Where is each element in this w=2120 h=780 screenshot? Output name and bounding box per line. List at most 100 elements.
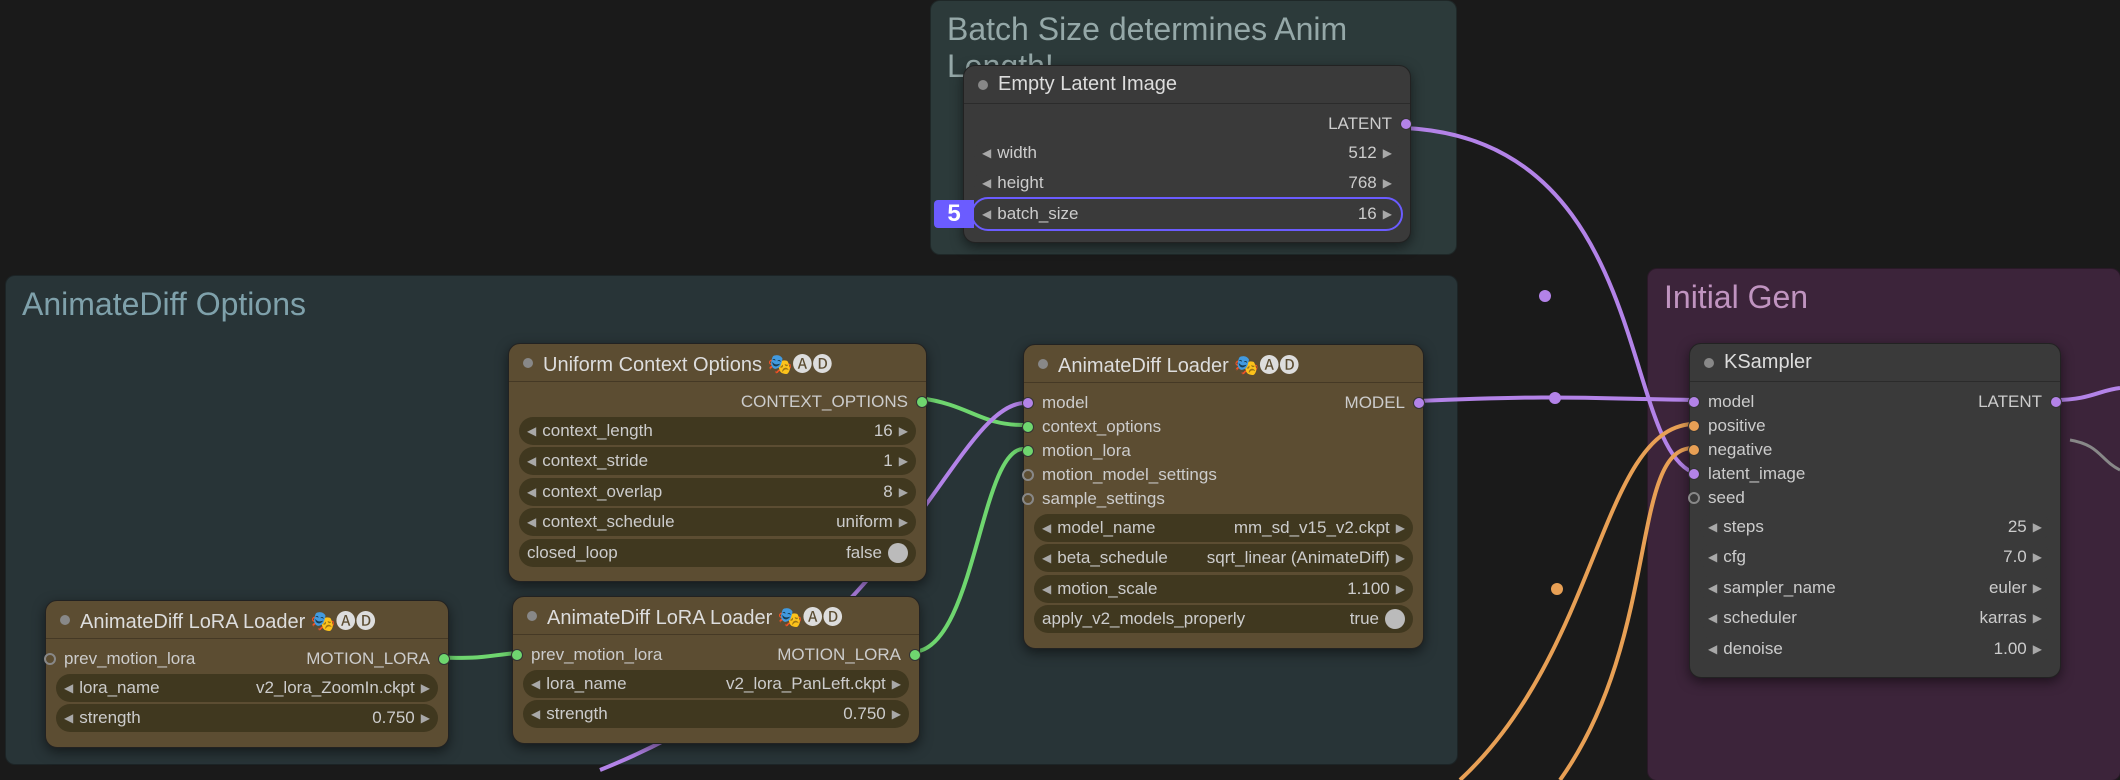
chevron-left-icon[interactable]: ◀ xyxy=(1708,642,1717,656)
chevron-left-icon[interactable]: ◀ xyxy=(527,515,536,529)
chevron-right-icon[interactable]: ▶ xyxy=(2033,550,2042,564)
output-port[interactable] xyxy=(2050,396,2062,408)
input-label: motion_lora xyxy=(1042,441,1131,461)
chevron-right-icon[interactable]: ▶ xyxy=(1383,207,1392,221)
chevron-right-icon[interactable]: ▶ xyxy=(421,681,430,695)
chevron-left-icon[interactable]: ◀ xyxy=(527,424,536,438)
chevron-right-icon[interactable]: ▶ xyxy=(421,711,430,725)
input-label: prev_motion_lora xyxy=(531,645,662,665)
chevron-right-icon[interactable]: ▶ xyxy=(1383,176,1392,190)
chevron-left-icon[interactable]: ◀ xyxy=(1708,581,1717,595)
input-port[interactable] xyxy=(1688,468,1700,480)
output-label: MODEL xyxy=(1345,393,1405,413)
chevron-right-icon[interactable]: ▶ xyxy=(2033,611,2042,625)
chevron-right-icon[interactable]: ▶ xyxy=(1383,146,1392,160)
collapse-dot-icon[interactable] xyxy=(523,358,533,368)
cfg-widget[interactable]: ◀cfg 7.0▶ xyxy=(1700,543,2050,571)
node-title: Empty Latent Image xyxy=(998,73,1177,96)
denoise-widget[interactable]: ◀denoise 1.00▶ xyxy=(1700,635,2050,663)
chevron-right-icon[interactable]: ▶ xyxy=(1396,521,1405,535)
chevron-left-icon[interactable]: ◀ xyxy=(527,454,536,468)
input-port[interactable] xyxy=(1022,445,1034,457)
chevron-right-icon[interactable]: ▶ xyxy=(1396,582,1405,596)
node-lora-loader-1[interactable]: AnimateDiff LoRA Loader 🎭🅐🅓 prev_motion_… xyxy=(45,600,449,748)
collapse-dot-icon[interactable] xyxy=(60,615,70,625)
chevron-right-icon[interactable]: ▶ xyxy=(2033,520,2042,534)
context-stride-widget[interactable]: ◀context_stride 1▶ xyxy=(519,447,916,475)
toggle-icon[interactable] xyxy=(888,543,908,563)
width-widget[interactable]: ◀width 512▶ xyxy=(974,139,1400,167)
chevron-left-icon[interactable]: ◀ xyxy=(64,711,73,725)
chevron-left-icon[interactable]: ◀ xyxy=(64,681,73,695)
input-port[interactable] xyxy=(1688,420,1700,432)
chevron-left-icon[interactable]: ◀ xyxy=(982,207,991,221)
chevron-right-icon[interactable]: ▶ xyxy=(899,515,908,529)
steps-widget[interactable]: ◀steps 25▶ xyxy=(1700,513,2050,541)
chevron-right-icon[interactable]: ▶ xyxy=(899,485,908,499)
collapse-dot-icon[interactable] xyxy=(1038,359,1048,369)
chevron-left-icon[interactable]: ◀ xyxy=(1042,582,1051,596)
collapse-dot-icon[interactable] xyxy=(1704,358,1714,368)
node-animatediff-loader[interactable]: AnimateDiff Loader 🎭🅐🅓 model MODEL conte… xyxy=(1023,344,1424,649)
toggle-icon[interactable] xyxy=(1385,609,1405,629)
batch-size-widget[interactable]: 5 ◀batch_size 16▶ xyxy=(974,200,1400,228)
motion-scale-widget[interactable]: ◀motion_scale 1.100▶ xyxy=(1034,575,1413,603)
output-port[interactable] xyxy=(909,649,921,661)
beta-schedule-widget[interactable]: ◀beta_schedule sqrt_linear (AnimateDiff)… xyxy=(1034,544,1413,572)
node-title: Uniform Context Options 🎭🅐🅓 xyxy=(543,348,832,377)
input-port[interactable] xyxy=(1022,421,1034,433)
output-port[interactable] xyxy=(1413,397,1425,409)
strength-widget[interactable]: ◀strength 0.750▶ xyxy=(56,704,438,732)
output-port[interactable] xyxy=(1400,118,1412,130)
chevron-left-icon[interactable]: ◀ xyxy=(527,485,536,499)
output-port[interactable] xyxy=(916,396,928,408)
sampler-name-widget[interactable]: ◀sampler_name euler▶ xyxy=(1700,574,2050,602)
chevron-left-icon[interactable]: ◀ xyxy=(1708,611,1717,625)
input-port[interactable] xyxy=(1688,396,1700,408)
chevron-left-icon[interactable]: ◀ xyxy=(1708,520,1717,534)
apply-v2-toggle[interactable]: apply_v2_models_properly true xyxy=(1034,605,1413,633)
node-uniform-context-options[interactable]: Uniform Context Options 🎭🅐🅓 CONTEXT_OPTI… xyxy=(508,343,927,582)
input-port[interactable] xyxy=(1688,444,1700,456)
input-port[interactable] xyxy=(511,649,523,661)
chevron-right-icon[interactable]: ▶ xyxy=(892,707,901,721)
chevron-left-icon[interactable]: ◀ xyxy=(982,176,991,190)
chevron-right-icon[interactable]: ▶ xyxy=(2033,642,2042,656)
input-port[interactable] xyxy=(1022,469,1034,481)
collapse-dot-icon[interactable] xyxy=(978,80,988,90)
input-port[interactable] xyxy=(1022,493,1034,505)
group-title: Initial Gen xyxy=(1648,269,2120,326)
output-port[interactable] xyxy=(438,653,450,665)
input-label: motion_model_settings xyxy=(1042,465,1217,485)
input-label: model xyxy=(1708,392,1754,412)
collapse-dot-icon[interactable] xyxy=(527,611,537,621)
height-widget[interactable]: ◀height 768▶ xyxy=(974,169,1400,197)
node-ksampler[interactable]: KSampler model LATENT positive negative … xyxy=(1689,343,2061,678)
chevron-right-icon[interactable]: ▶ xyxy=(1396,551,1405,565)
node-lora-loader-2[interactable]: AnimateDiff LoRA Loader 🎭🅐🅓 prev_motion_… xyxy=(512,596,920,744)
lora-name-widget[interactable]: ◀lora_name v2_lora_PanLeft.ckpt▶ xyxy=(523,670,909,698)
node-empty-latent-image[interactable]: Empty Latent Image LATENT ◀width 512▶ ◀h… xyxy=(963,65,1411,243)
strength-widget[interactable]: ◀strength 0.750▶ xyxy=(523,700,909,728)
input-port[interactable] xyxy=(44,653,56,665)
input-port[interactable] xyxy=(1688,492,1700,504)
chevron-left-icon[interactable]: ◀ xyxy=(1042,521,1051,535)
chevron-left-icon[interactable]: ◀ xyxy=(531,677,540,691)
model-name-widget[interactable]: ◀model_name mm_sd_v15_v2.ckpt▶ xyxy=(1034,514,1413,542)
context-length-widget[interactable]: ◀context_length 16▶ xyxy=(519,417,916,445)
chevron-right-icon[interactable]: ▶ xyxy=(2033,581,2042,595)
closed-loop-toggle[interactable]: closed_loop false xyxy=(519,539,916,567)
chevron-right-icon[interactable]: ▶ xyxy=(899,424,908,438)
scheduler-widget[interactable]: ◀scheduler karras▶ xyxy=(1700,604,2050,632)
lora-name-widget[interactable]: ◀lora_name v2_lora_ZoomIn.ckpt▶ xyxy=(56,674,438,702)
chevron-right-icon[interactable]: ▶ xyxy=(899,454,908,468)
chevron-left-icon[interactable]: ◀ xyxy=(1042,551,1051,565)
chevron-left-icon[interactable]: ◀ xyxy=(531,707,540,721)
chevron-right-icon[interactable]: ▶ xyxy=(892,677,901,691)
chevron-left-icon[interactable]: ◀ xyxy=(1708,550,1717,564)
context-schedule-widget[interactable]: ◀context_schedule uniform▶ xyxy=(519,508,916,536)
node-title: AnimateDiff LoRA Loader 🎭🅐🅓 xyxy=(547,601,843,630)
chevron-left-icon[interactable]: ◀ xyxy=(982,146,991,160)
context-overlap-widget[interactable]: ◀context_overlap 8▶ xyxy=(519,478,916,506)
input-port[interactable] xyxy=(1022,397,1034,409)
